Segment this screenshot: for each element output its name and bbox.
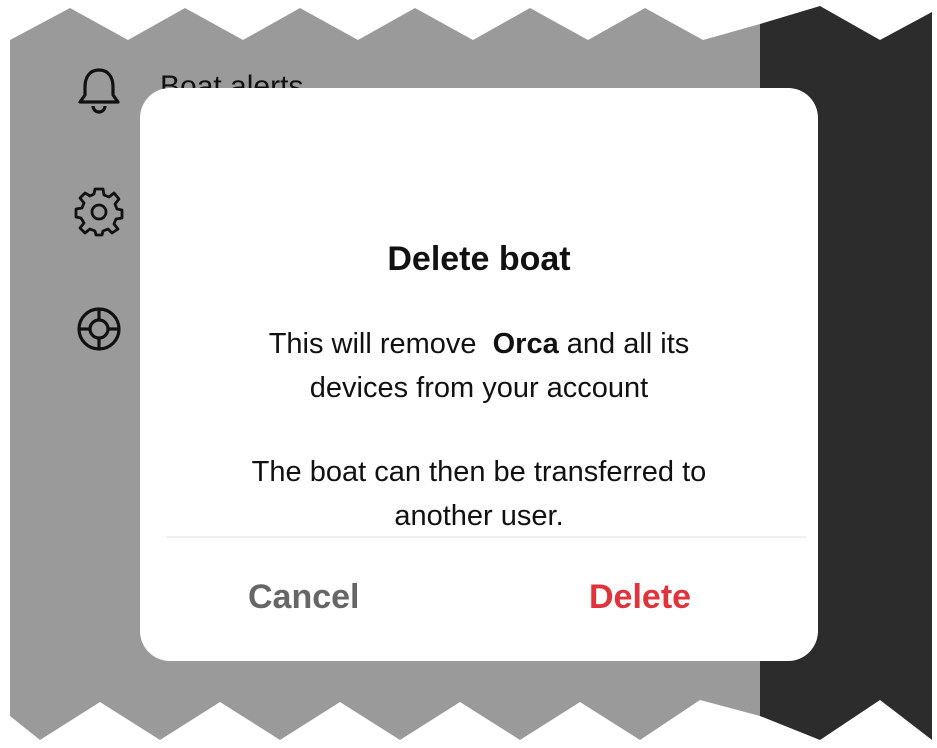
cancel-button[interactable]: Cancel <box>248 578 360 617</box>
delete-button[interactable]: Delete <box>589 578 691 617</box>
dialog-message-line1: This will remove Orca and all its <box>140 326 818 362</box>
dialog-title: Delete boat <box>387 240 571 278</box>
message-suffix: and all its <box>558 328 690 360</box>
boat-name: Orca <box>492 328 559 360</box>
delete-boat-dialog: Delete boat This will remove Orca and al… <box>140 88 818 661</box>
gear-icon[interactable] <box>74 187 124 237</box>
dialog-note-line2: another user. <box>394 500 564 532</box>
bell-icon[interactable] <box>74 64 124 114</box>
dialog-message-line2: devices from your account <box>309 372 649 404</box>
dialog-divider <box>166 536 806 538</box>
dialog-note-line1: The boat can then be transferred to <box>251 456 707 488</box>
message-prefix: This will remove <box>268 328 485 360</box>
lifebuoy-icon[interactable] <box>74 304 124 354</box>
